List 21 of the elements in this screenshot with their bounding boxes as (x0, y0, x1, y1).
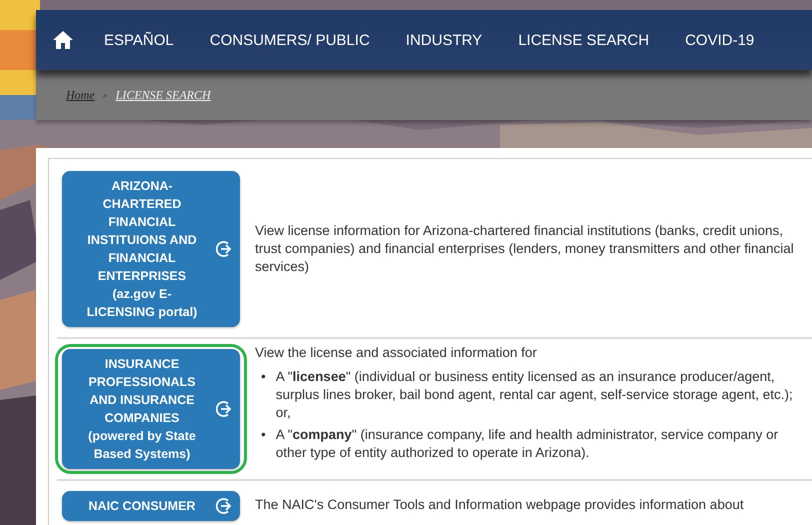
description-text: View the license and associated information for (255, 344, 538, 362)
nav-link[interactable]: CONSUMERS/ PUBLIC (192, 32, 388, 48)
breadcrumb-link[interactable]: Home (66, 88, 95, 102)
nav-link[interactable]: ESPAÑOL (86, 32, 192, 48)
bullet-marker: • (261, 426, 266, 444)
home-icon[interactable] (52, 30, 74, 50)
nav-link[interactable]: LICENSE SEARCH (500, 32, 668, 48)
license-search-button[interactable]: ARIZONA- CHARTERED FINANCIAL INSTITUIONS AND FINANCIAL ENTERPRISES (az.gov E- LICENSING portal) (62, 171, 240, 327)
description-text: View license information for Arizona-chartered financial institutions (banks, credit unions, trust companies) and financial enterprises (lenders, money transmitters and other financial services) (255, 222, 795, 276)
license-search-button[interactable]: INSURANCE PROFESSIONALS AND INSURANCE COMPANIES (powered by State Based Systems) (62, 349, 240, 469)
nav-link[interactable]: COVID-19 (667, 32, 772, 48)
license-search-button[interactable]: NAIC CONSUMER (62, 491, 240, 521)
arrow-circle-icon (216, 400, 234, 418)
arrow-circle-icon (216, 240, 234, 258)
bullet-item: A "company" (insurance company, life and health administrator, service company or other type of entity authorized to operate in Arizona). (276, 426, 780, 462)
breadcrumb-link[interactable]: LICENSE SEARCH (116, 88, 211, 102)
description-text: The NAIC's Consumer Tools and Information webpage provides information about (255, 496, 744, 514)
nav-link[interactable]: INDUSTRY (388, 32, 500, 48)
breadcrumb-separator: » (102, 90, 108, 100)
arrow-circle-icon (216, 497, 234, 515)
bullet-marker: • (261, 368, 266, 386)
